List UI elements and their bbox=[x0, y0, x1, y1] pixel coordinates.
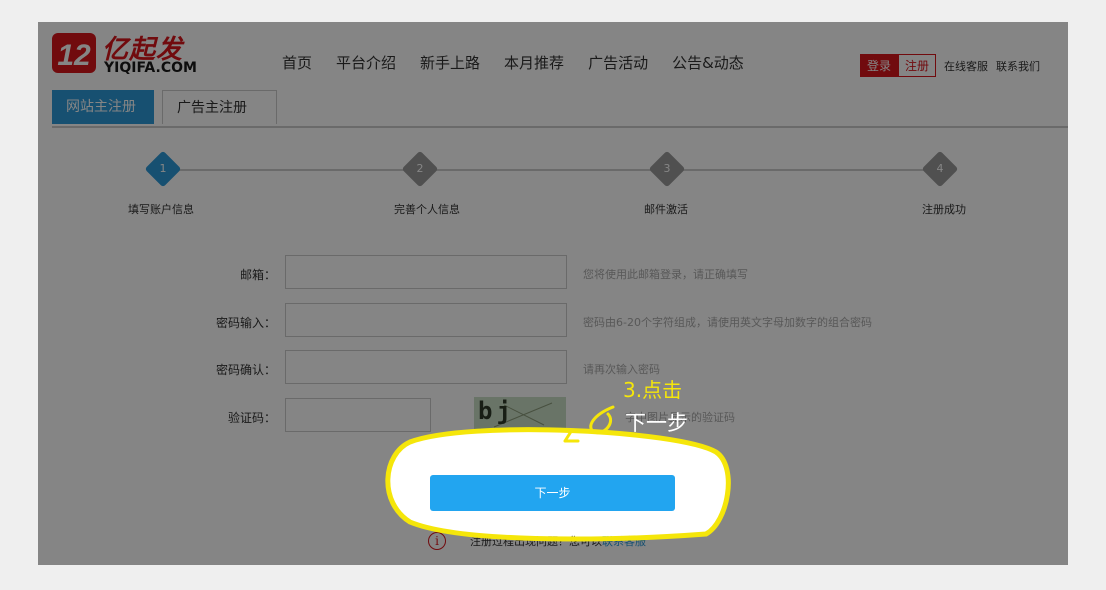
page-frame: 12 亿起发 YIQIFA.COM 首页 平台介绍 新手上路 本月推荐 广告活动… bbox=[38, 22, 1068, 565]
dim-overlay bbox=[38, 22, 1068, 565]
annotation-action-label: 下一步 bbox=[625, 411, 688, 435]
annotation-step-label: 3.点击 bbox=[623, 378, 683, 402]
